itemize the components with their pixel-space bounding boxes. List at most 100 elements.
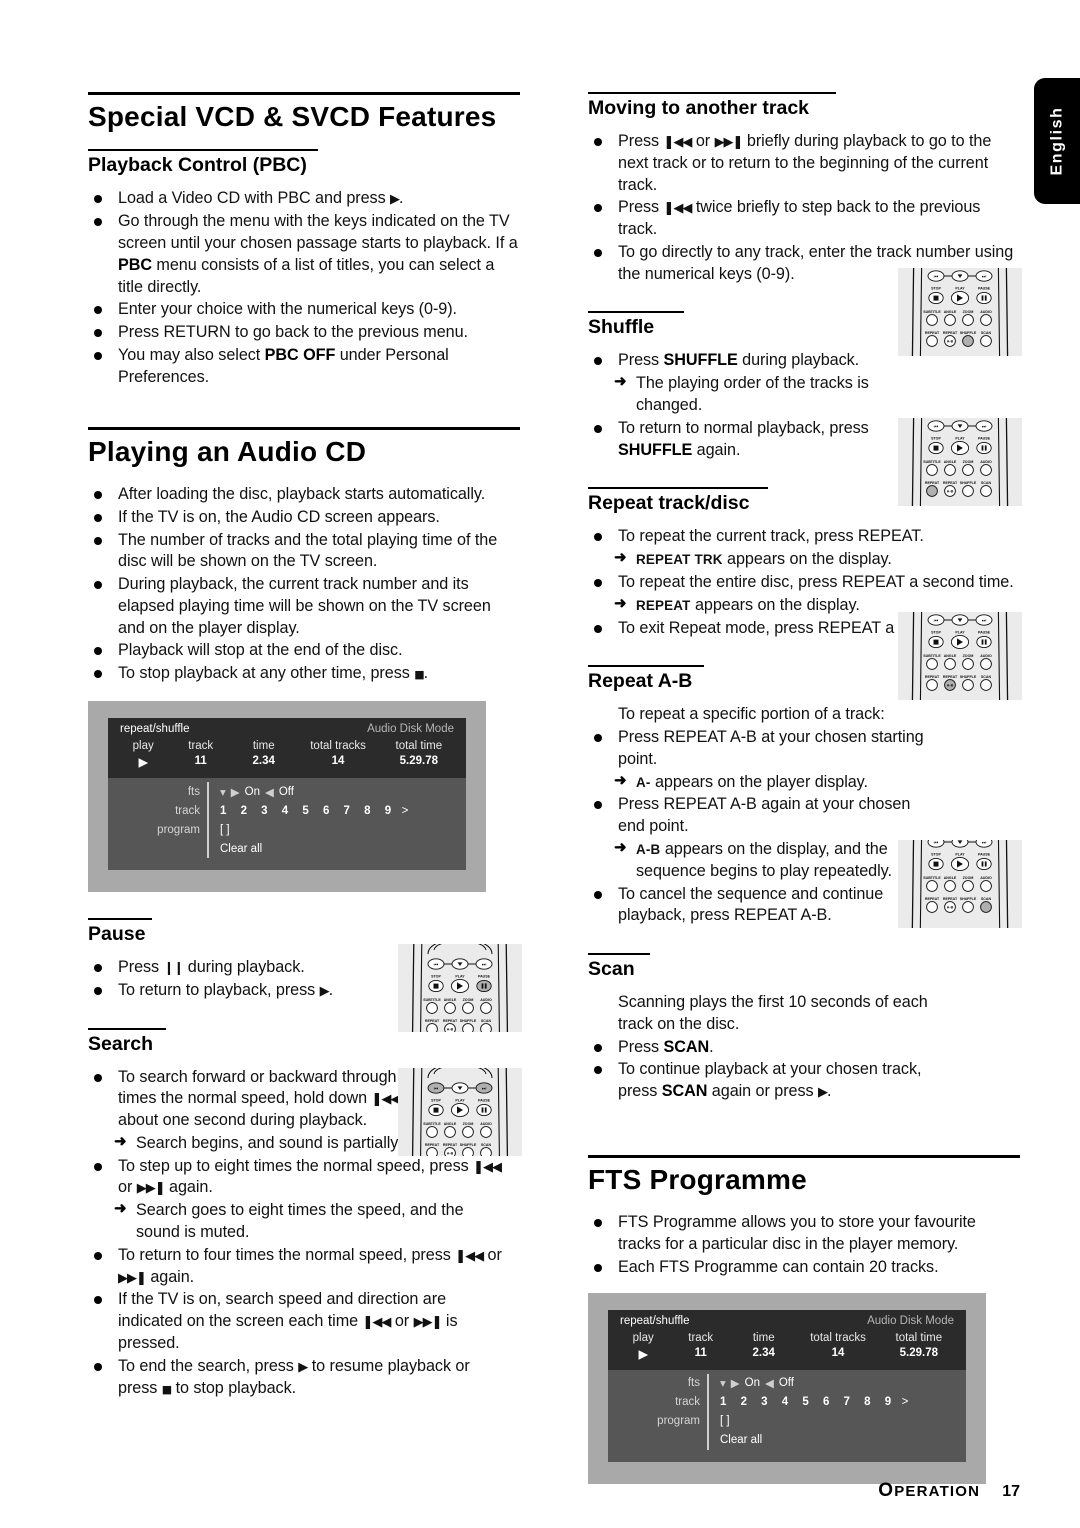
tv-track-more[interactable]: > [902, 1396, 909, 1408]
tv-fts-on[interactable]: On [245, 786, 260, 798]
instruction-item: Enter your choice with the numerical key… [88, 299, 520, 321]
tv-fts-label: fts [687, 1377, 700, 1390]
tv-value-track: 11 [194, 755, 207, 767]
left-arrow-icon: ◀ [764, 1378, 774, 1391]
svg-text:ZOOM: ZOOM [463, 1122, 474, 1126]
tv-inner-2: repeat/shuffle Audio Disk Mode play trac… [608, 1309, 966, 1462]
svg-text:AUDIO: AUDIO [480, 998, 492, 1002]
svg-text:SHUFFLE: SHUFFLE [960, 897, 977, 901]
result-note: A-B appears on the display, and the sequ… [588, 838, 936, 883]
instruction-item: To end the search, press ▶ to resume pla… [88, 1356, 510, 1400]
tv-header-total-tracks: total tracks [310, 740, 366, 752]
tv-mode-right: Audio Disk Mode [367, 723, 454, 735]
svg-text:STOP: STOP [431, 1099, 441, 1103]
footer-section: OPERATION [878, 1480, 981, 1501]
tv-header-total-time: total time [895, 1331, 943, 1344]
instruction-item: The number of tracks and the total playi… [88, 530, 520, 574]
tv-value-total-time: 5.29.78 [399, 755, 439, 767]
svg-text:⏮: ⏮ [934, 274, 939, 280]
svg-text:⏮: ⏮ [434, 962, 439, 968]
instruction-item: Press ❚◀◀ twice briefly to step back to … [588, 197, 1020, 241]
remote-graphic-search: ⏮ ⏭ STOP PLAY PAUSE SUBTITLE ANGLE ZOOM … [398, 1068, 522, 1156]
tv-clear-all[interactable]: Clear all [220, 843, 262, 855]
svg-text:ANGLE: ANGLE [444, 1122, 457, 1126]
list-shuffle: Press SHUFFLE during playback.The playin… [588, 350, 936, 461]
tv-fts-off[interactable]: Off [279, 786, 294, 798]
svg-text:SCAN: SCAN [981, 897, 992, 901]
tv-clear-all[interactable]: Clear all [720, 1434, 762, 1446]
svg-text:⏮: ⏮ [934, 618, 939, 624]
svg-text:SHUFFLE: SHUFFLE [960, 675, 977, 679]
svg-text:REPEAT: REPEAT [925, 481, 940, 485]
svg-text:A-B: A-B [947, 684, 954, 688]
svg-text:ZOOM: ZOOM [963, 460, 974, 464]
tv-header-play: play [132, 740, 154, 752]
instruction-item: To return to four times the normal speed… [88, 1245, 510, 1289]
tv-top-1: repeat/shuffle Audio Disk Mode play trac… [108, 718, 466, 778]
instruction-item: Press REPEAT A-B at your chosen starting… [588, 727, 936, 771]
svg-text:AUDIO: AUDIO [980, 310, 992, 314]
svg-text:A-B: A-B [947, 340, 954, 344]
tv-track-numbers[interactable]: 1 2 3 4 5 6 7 8 9 [720, 1396, 897, 1408]
tv-header-play: play [632, 1331, 654, 1344]
tv-header-total-tracks: total tracks [810, 1331, 866, 1344]
instruction-item: To step up to eight times the normal spe… [88, 1156, 510, 1200]
svg-text:⏭: ⏭ [982, 840, 987, 846]
instruction-item: Go through the menu with the keys indica… [88, 211, 520, 298]
svg-text:SCAN: SCAN [981, 331, 992, 335]
list-repeat-ab: To repeat a specific portion of a track:… [588, 704, 936, 927]
svg-text:PAUSE: PAUSE [978, 631, 991, 635]
svg-text:STOP: STOP [931, 287, 941, 291]
instruction-item: Load a Video CD with PBC and press ▶. [88, 188, 520, 210]
remote-graphic-shuffle: ⏮ ⏭ STOP PLAY PAUSE SUBTITLE ANGLE ZOOM … [898, 268, 1022, 356]
instruction-item: Press REPEAT A-B again at your chosen en… [588, 794, 936, 838]
svg-text:SHUFFLE: SHUFFLE [960, 331, 977, 335]
tv-track-numbers[interactable]: 1 2 3 4 5 6 7 8 9 [220, 805, 397, 817]
svg-text:SHUFFLE: SHUFFLE [460, 1019, 477, 1023]
svg-text:REPEAT: REPEAT [943, 331, 958, 335]
tv-track-more[interactable]: > [402, 805, 409, 817]
result-note: A- appears on the player display. [588, 771, 936, 794]
svg-text:⏭: ⏭ [982, 424, 987, 430]
svg-text:AUDIO: AUDIO [980, 876, 992, 880]
svg-text:ANGLE: ANGLE [944, 310, 957, 314]
heading-fts-programme: FTS Programme [588, 1155, 1020, 1196]
tv-headers-1: play track time total tracks total time [118, 739, 456, 754]
svg-text:REPEAT: REPEAT [443, 1019, 458, 1023]
down-arrow-icon: ▾ [220, 786, 226, 799]
svg-text:AUDIO: AUDIO [980, 460, 992, 464]
tv-top-2: repeat/shuffle Audio Disk Mode play trac… [608, 1309, 966, 1370]
svg-text:ZOOM: ZOOM [463, 998, 474, 1002]
svg-text:REPEAT: REPEAT [943, 675, 958, 679]
instruction-item: To stop playback at any other time, pres… [88, 663, 520, 685]
instruction-item: To cancel the sequence and continue play… [588, 884, 936, 928]
instruction-item: To return to normal playback, press SHUF… [588, 418, 936, 462]
tv-headers-2: play track time total tracks total time [618, 1331, 956, 1346]
svg-text:⏭: ⏭ [982, 618, 987, 624]
language-tab-label: English [1048, 106, 1066, 176]
tv-bottom-2: fts ▾ ▶ On ◀ Off track 1 2 3 4 5 6 7 8 9… [608, 1369, 966, 1462]
svg-text:PAUSE: PAUSE [978, 437, 991, 441]
tv-value-play: ▶ [138, 757, 148, 769]
svg-text:PLAY: PLAY [455, 1099, 465, 1103]
tv-fts-on[interactable]: On [745, 1377, 760, 1389]
instruction-item: To continue playback at your chosen trac… [588, 1059, 940, 1103]
instruction-item: Playback will stop at the end of the dis… [88, 640, 520, 662]
tv-program-value: [ ] [220, 823, 230, 836]
svg-text:REPEAT: REPEAT [925, 897, 940, 901]
right-arrow-icon: ▶ [730, 1378, 740, 1391]
svg-text:A-B: A-B [947, 490, 954, 494]
instruction-item: After loading the disc, playback starts … [88, 484, 520, 506]
tv-fts-off[interactable]: Off [779, 1377, 794, 1389]
instruction-item: Each FTS Programme can contain 20 tracks… [588, 1257, 1020, 1279]
instruction-item: To repeat the entire disc, press REPEAT … [588, 572, 1020, 594]
svg-text:REPEAT: REPEAT [443, 1143, 458, 1147]
left-column: Special VCD & SVCD Features Playback Con… [88, 92, 520, 1411]
svg-text:SCAN: SCAN [981, 481, 992, 485]
instruction-item: FTS Programme allows you to store your f… [588, 1212, 1020, 1256]
tv-fts-label: fts [187, 785, 200, 798]
tv-track-label: track [675, 1396, 700, 1409]
instruction-item: If the TV is on, search speed and direct… [88, 1289, 510, 1354]
svg-text:⏭: ⏭ [482, 1086, 487, 1092]
svg-text:PLAY: PLAY [455, 975, 465, 979]
